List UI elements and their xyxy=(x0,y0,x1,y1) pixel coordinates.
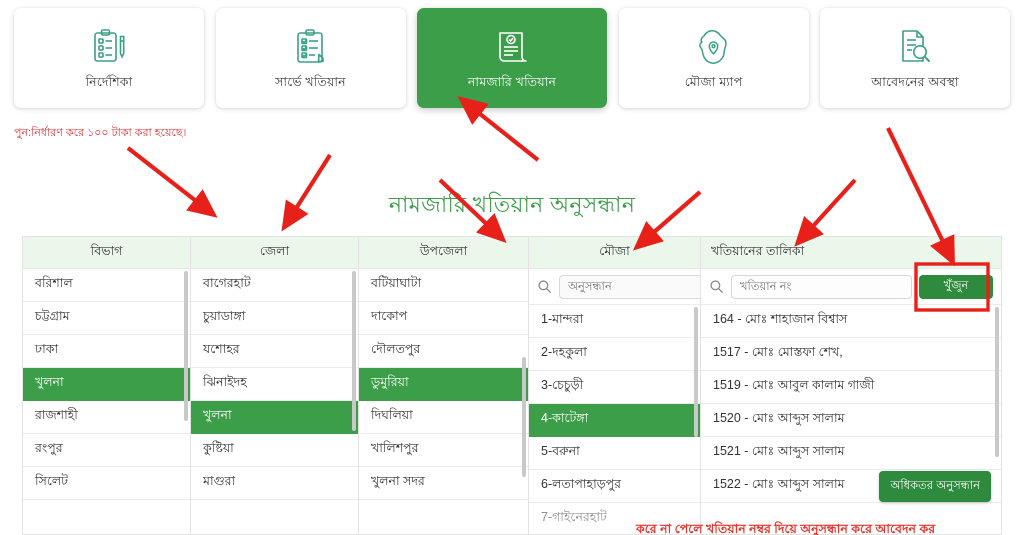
list-item[interactable]: দাকোপ xyxy=(359,302,528,335)
map-pin-icon xyxy=(695,27,733,67)
list-item[interactable]: সিলেট xyxy=(23,467,190,500)
search-icon xyxy=(537,279,552,294)
list-item[interactable]: চট্টগ্রাম xyxy=(23,302,190,335)
list-item[interactable]: 1520 - মোঃ আব্দুস সালাম xyxy=(701,404,1001,437)
column-header-khatian: খতিয়ানের তালিকা xyxy=(701,237,1001,269)
tab-mouza-map[interactable]: মৌজা ম্যাপ xyxy=(618,8,809,108)
tab-application-status[interactable]: আবেদনের অবস্থা xyxy=(820,8,1010,108)
list-item[interactable]: রংপুর xyxy=(23,434,190,467)
column-district: জেলা বাগেরহাট চুয়াডাঙ্গা যশোহর ঝিনাইদহ … xyxy=(190,236,358,535)
list-item[interactable]: 1-মান্দরা xyxy=(529,305,700,338)
find-button[interactable]: খুঁজুন xyxy=(919,274,993,299)
service-tabbar: নির্দেশিকা সার্ভে খতিয়ান নামজারি খতিয়া… xyxy=(14,8,1010,108)
tab-label: মৌজা ম্যাপ xyxy=(684,74,743,89)
list-item[interactable]: খুলনা xyxy=(23,368,190,401)
list-item[interactable]: খালিশপুর xyxy=(359,434,528,467)
mouza-search-input[interactable] xyxy=(559,274,700,299)
column-header-mouza: মৌজা xyxy=(529,237,700,269)
page-root: নির্দেশিকা সার্ভে খতিয়ান নামজারি খতিয়া… xyxy=(0,0,1024,535)
advanced-search-button[interactable]: অধিকতর অনুসন্ধান xyxy=(879,471,991,502)
list-item[interactable]: 1517 - মোঃ মোস্তফা শেখ, xyxy=(701,338,1001,371)
column-mouza: মৌজা 1-মান্দরা 2-দহকুলা 3-চেচুড়ী 4-কাটে… xyxy=(528,236,700,535)
list-item[interactable]: যশোহর xyxy=(191,335,358,368)
scrollbar-mouza[interactable] xyxy=(694,307,698,437)
column-header-division: বিভাগ xyxy=(23,237,190,269)
column-upazila: উপজেলা বটিয়াঘাটা দাকোপ দৌলতপুর ডুমুরিয়… xyxy=(358,236,528,535)
list-item[interactable]: মাগুরা xyxy=(191,467,358,500)
tab-label: আবেদনের অবস্থা xyxy=(871,74,959,89)
list-item[interactable]: ডুমুরিয়া xyxy=(359,368,528,401)
list-item[interactable]: ঢাকা xyxy=(23,335,190,368)
list-item[interactable]: খুলনা xyxy=(191,401,358,434)
scrollbar-khatian[interactable] xyxy=(995,307,999,457)
khatian-number-input[interactable] xyxy=(731,274,912,299)
tab-nirdeshika[interactable]: নির্দেশিকা xyxy=(14,8,204,108)
list-item[interactable]: বরিশাল xyxy=(23,269,190,302)
list-item[interactable]: দৌলতপুর xyxy=(359,335,528,368)
arrow-to-active-tab xyxy=(457,96,540,162)
column-khatian: খতিয়ানের তালিকা খুঁজুন 164 - মোঃ শাহাজা… xyxy=(700,236,1002,535)
list-item[interactable]: দিঘলিয়া xyxy=(359,401,528,434)
list-item[interactable]: 1521 - মোঃ আব্দুস সালাম xyxy=(701,437,1001,470)
tab-label: সার্ভে খতিয়ান xyxy=(275,74,346,89)
list-item[interactable]: 164 - মোঃ শাহাজান বিশ্বাস xyxy=(701,305,1001,338)
tab-label: নির্দেশিকা xyxy=(85,74,133,89)
scrollbar-district[interactable] xyxy=(352,271,356,431)
document-search-icon xyxy=(896,27,934,67)
certificate-icon xyxy=(493,27,531,67)
list-item[interactable]: 4-কাটেঙ্গা xyxy=(529,404,700,437)
khatian-search-grid: বিভাগ বরিশাল চট্টগ্রাম ঢাকা খুলনা রাজশাহ… xyxy=(22,236,1002,535)
column-division: বিভাগ বরিশাল চট্টগ্রাম ঢাকা খুলনা রাজশাহ… xyxy=(22,236,190,535)
search-icon xyxy=(709,279,724,294)
mouza-search-row xyxy=(529,269,700,305)
list-item[interactable]: 3-চেচুড়ী xyxy=(529,371,700,404)
list-item[interactable]: খুলনা সদর xyxy=(359,467,528,500)
upazila-list: বটিয়াঘাটা দাকোপ দৌলতপুর ডুমুরিয়া দিঘলি… xyxy=(359,269,528,500)
list-item[interactable]: রাজশাহী xyxy=(23,401,190,434)
tab-survey-khatian[interactable]: সার্ভে খতিয়ান xyxy=(215,8,406,108)
list-item[interactable]: 6-লতাপাহাড়পুর xyxy=(529,470,700,503)
division-list: বরিশাল চট্টগ্রাম ঢাকা খুলনা রাজশাহী রংপু… xyxy=(23,269,190,500)
bottom-notice-text: করে না পেলে খতিয়ান নম্বর দিয়ে অনুসন্ধা… xyxy=(636,522,936,535)
district-list: বাগেরহাট চুয়াডাঙ্গা যশোহর ঝিনাইদহ খুলনা… xyxy=(191,269,358,500)
clipboard-check-icon xyxy=(292,27,330,67)
column-header-district: জেলা xyxy=(191,237,358,269)
column-header-upazila: উপজেলা xyxy=(359,237,528,269)
list-item[interactable]: চুয়াডাঙ্গা xyxy=(191,302,358,335)
mouza-list: 1-মান্দরা 2-দহকুলা 3-চেচুড়ী 4-কাটেঙ্গা … xyxy=(529,305,700,534)
list-item[interactable]: ঝিনাইদহ xyxy=(191,368,358,401)
khatian-search-row: খুঁজুন xyxy=(701,269,1001,305)
tab-namjari-khatian[interactable]: নামজারি খতিয়ান xyxy=(417,8,607,108)
list-item[interactable]: বটিয়াঘাটা xyxy=(359,269,528,302)
price-notice-text: পুন:নির্ধারণ করে ১০০ টাকা করা হয়েছে। xyxy=(14,127,187,139)
list-item[interactable]: 2-দহকুলা xyxy=(529,338,700,371)
page-title: নামজারি খতিয়ান অনুসন্ধান xyxy=(388,192,636,217)
scrollbar-division[interactable] xyxy=(184,271,188,421)
clipboard-pen-icon xyxy=(90,27,128,67)
scrollbar-upazila[interactable] xyxy=(522,357,526,477)
list-item[interactable]: বাগেরহাট xyxy=(191,269,358,302)
list-item[interactable]: 1519 - মোঃ আবুল কালাম গাজী xyxy=(701,371,1001,404)
list-item[interactable]: কুষ্টিয়া xyxy=(191,434,358,467)
list-item[interactable]: 5-বরুনা xyxy=(529,437,700,470)
tab-label: নামজারি খতিয়ান xyxy=(467,74,557,89)
